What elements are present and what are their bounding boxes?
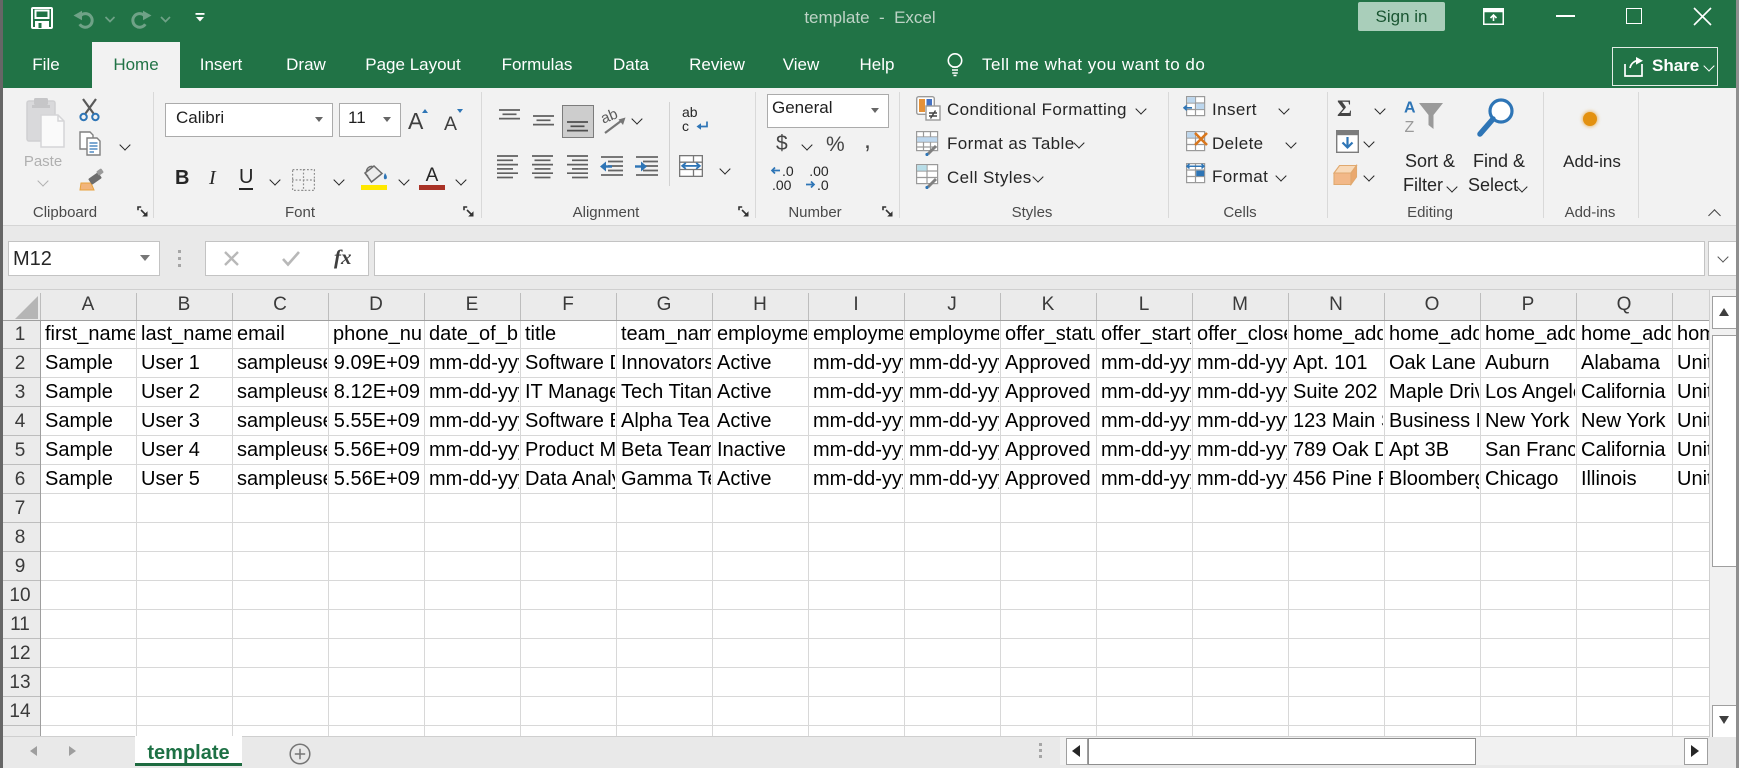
svg-text:A: A [1404, 100, 1416, 117]
svg-text:Z: Z [1405, 119, 1415, 134]
